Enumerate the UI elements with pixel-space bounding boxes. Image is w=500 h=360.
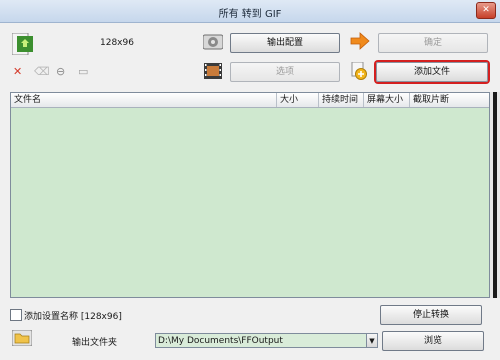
confirm-button[interactable]: 确定 xyxy=(378,33,488,53)
column-header-duration[interactable]: 持续时间 xyxy=(319,93,364,107)
info-icon[interactable]: ▭ xyxy=(78,66,88,78)
title-bar: 所有 转到 GIF ✕ xyxy=(0,0,500,23)
play-icon[interactable]: ⊖ xyxy=(56,66,65,78)
folder-icon[interactable] xyxy=(12,330,32,346)
clear-icon[interactable]: ⌫ xyxy=(34,66,50,78)
settings-gear-icon[interactable] xyxy=(203,33,223,51)
output-config-button[interactable]: 输出配置 xyxy=(230,33,340,53)
browse-button[interactable]: 浏览 xyxy=(382,331,484,351)
column-header-clip[interactable]: 截取片断 xyxy=(410,93,489,107)
arrow-right-icon xyxy=(350,32,370,50)
chevron-down-icon[interactable]: ▼ xyxy=(367,333,378,348)
add-setting-name-label: 添加设置名称 [128x96] xyxy=(24,312,122,322)
window-title: 所有 转到 GIF xyxy=(218,9,282,20)
stop-convert-button[interactable]: 停止转换 xyxy=(380,305,482,325)
output-folder-label: 输出文件夹 xyxy=(72,338,118,348)
add-setting-name-checkbox[interactable] xyxy=(10,309,22,321)
column-header-size[interactable]: 大小 xyxy=(277,93,319,107)
output-folder-path-field[interactable]: D:\My Documents\FFOutput xyxy=(155,333,367,348)
column-header-screen-size[interactable]: 屏幕大小 xyxy=(364,93,410,107)
column-header-filename[interactable]: 文件名 xyxy=(11,93,277,107)
options-button[interactable]: 选项 xyxy=(230,62,340,82)
add-file-button[interactable]: 添加文件 xyxy=(376,62,488,82)
gif-format-icon xyxy=(12,33,33,55)
film-icon[interactable] xyxy=(203,62,223,80)
file-list[interactable]: 文件名 大小 持续时间 屏幕大小 截取片断 xyxy=(10,92,490,298)
scrollbar[interactable] xyxy=(490,92,500,298)
file-list-header: 文件名 大小 持续时间 屏幕大小 截取片断 xyxy=(11,93,489,108)
add-file-plus-icon[interactable] xyxy=(350,62,368,80)
close-window-button[interactable]: ✕ xyxy=(476,2,496,19)
preset-label: 128x96 xyxy=(100,38,134,48)
delete-icon[interactable]: ✕ xyxy=(13,66,22,78)
